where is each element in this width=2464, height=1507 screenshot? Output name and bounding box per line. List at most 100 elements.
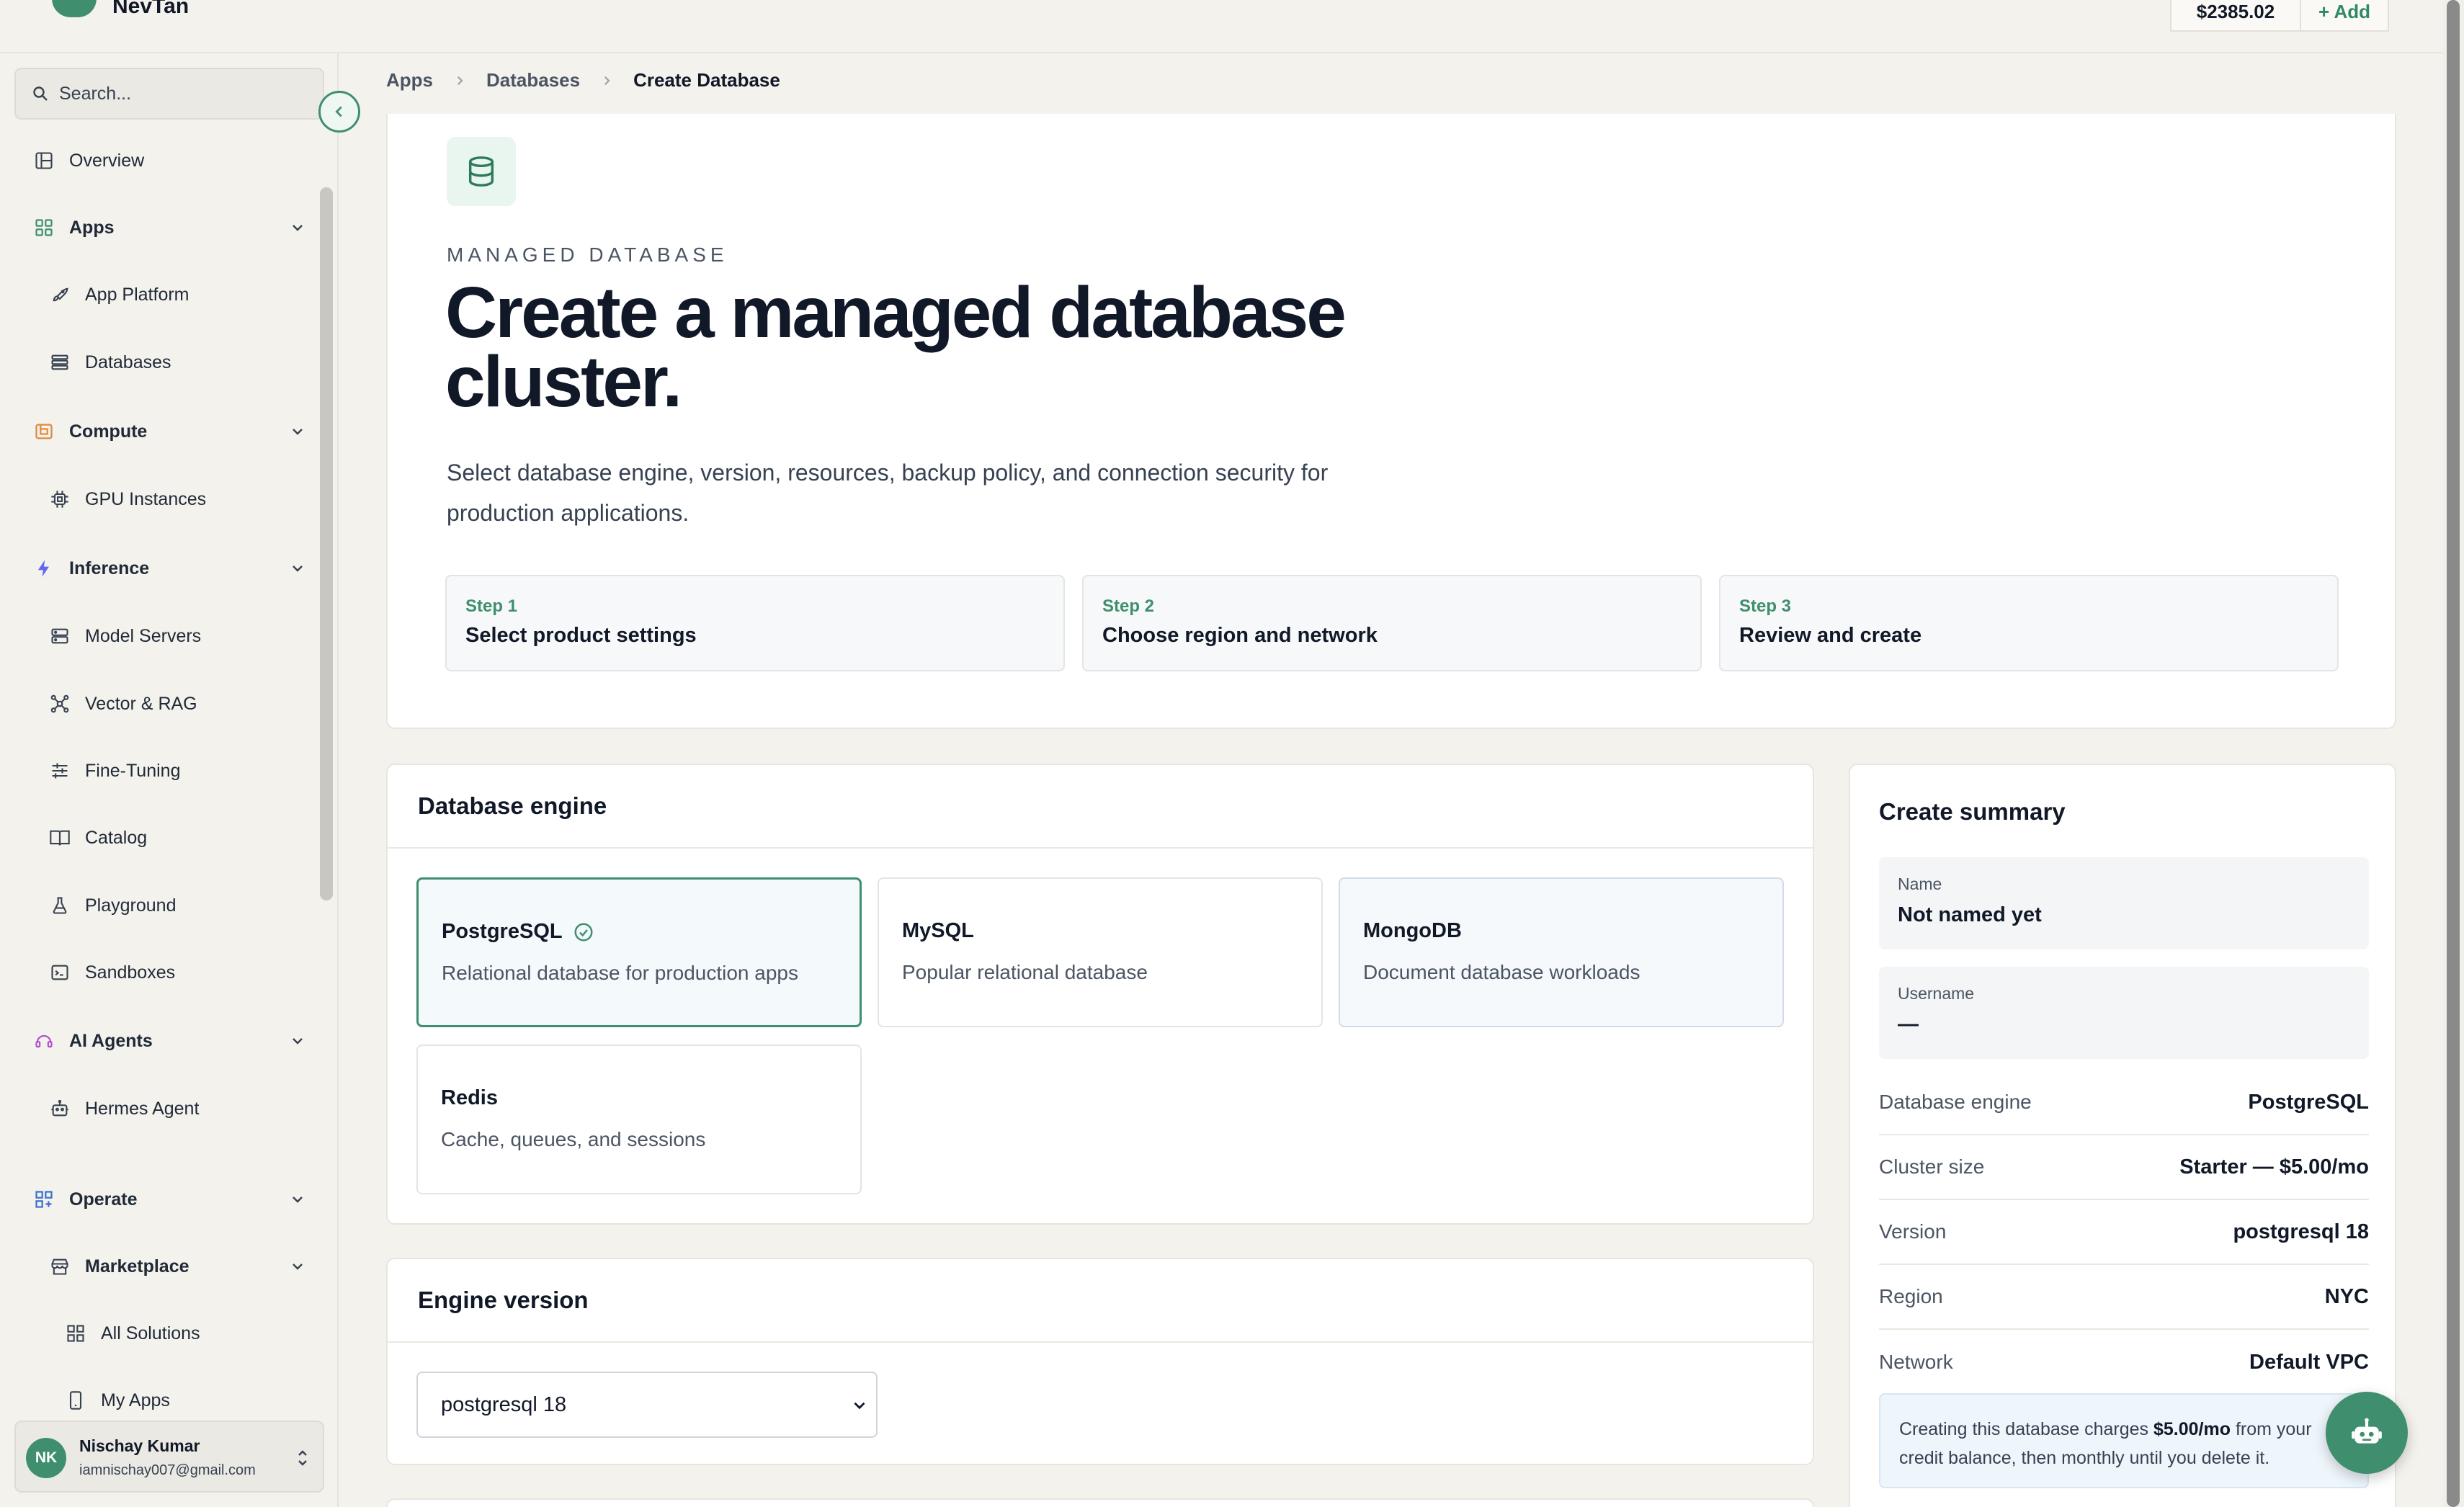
summary-value: Not named yet <box>1898 903 2042 926</box>
add-credit-button[interactable]: + Add <box>2301 0 2388 30</box>
search-input[interactable] <box>59 83 318 104</box>
sidebar-item-all-solutions[interactable]: All Solutions <box>65 1315 200 1351</box>
summary-key: Database engine <box>1879 1091 2032 1113</box>
summary-key: Region <box>1879 1285 1943 1307</box>
page-scrollbar-thumb[interactable] <box>2447 0 2460 1507</box>
breadcrumb-databases[interactable]: Databases <box>486 69 580 91</box>
notice-text: Creating this database charges <box>1899 1419 2153 1439</box>
sidebar-item-vector-rag[interactable]: Vector & RAG <box>49 686 197 722</box>
sidebar-group-apps[interactable]: Apps <box>33 210 303 246</box>
sidebar-item-overview[interactable]: Overview <box>33 143 144 179</box>
summary-row: Version postgresql 18 <box>1879 1200 2369 1265</box>
step-label: Step 1 <box>465 596 518 616</box>
sidebar-item-model-servers[interactable]: Model Servers <box>49 618 201 654</box>
version-select[interactable]: postgresql 18 <box>416 1372 878 1438</box>
step-label: Step 3 <box>1739 596 1792 616</box>
sidebar-scrollbar[interactable] <box>320 187 333 900</box>
chevron-down-icon <box>289 560 306 577</box>
sidebar-item-label: Compute <box>69 421 148 442</box>
sidebar-group-ai-agents[interactable]: AI Agents <box>33 1023 303 1059</box>
sidebar-item-gpu-instances[interactable]: GPU Instances <box>49 481 206 517</box>
sidebar-group-compute[interactable]: Compute <box>33 413 303 450</box>
step-2[interactable]: Step 2 Choose region and network <box>1082 575 1702 671</box>
sidebar-item-databases[interactable]: Databases <box>49 344 171 380</box>
summary-name: Name Not named yet <box>1879 857 2369 949</box>
breadcrumb: Apps Databases Create Database <box>386 69 780 91</box>
credit-balance: $2385.02 <box>2171 0 2301 30</box>
sidebar-item-sandboxes[interactable]: Sandboxes <box>49 954 175 990</box>
engine-name: PostgreSQL <box>442 920 594 944</box>
apps-grid-icon <box>33 217 55 238</box>
engine-option-postgresql[interactable]: PostgreSQL Relational database for produ… <box>416 877 862 1027</box>
sidebar-item-label: My Apps <box>101 1390 170 1410</box>
sidebar-item-label: Overview <box>69 150 145 171</box>
breadcrumb-current: Create Database <box>633 69 780 91</box>
flask-icon <box>49 895 71 916</box>
breadcrumb-apps[interactable]: Apps <box>386 69 433 91</box>
engine-name: MongoDB <box>1363 919 1462 942</box>
brand-logo[interactable] <box>52 0 97 17</box>
page-description: Select database engine, version, resourc… <box>447 460 1329 526</box>
summary-value: PostgreSQL <box>2248 1090 2369 1114</box>
engine-option-mysql[interactable]: MySQL Popular relational database <box>878 877 1323 1027</box>
step-3[interactable]: Step 3 Review and create <box>1719 575 2339 671</box>
summary-row: Network Default VPC <box>1879 1330 2369 1395</box>
assistant-button[interactable] <box>2326 1392 2408 1474</box>
sidebar-item-catalog[interactable]: Catalog <box>49 820 147 856</box>
sidebar-item-label: Hermes Agent <box>85 1098 200 1119</box>
summary-value: Starter — $5.00/mo <box>2179 1155 2369 1179</box>
sidebar-item-label: Playground <box>85 895 177 916</box>
balance-widget: $2385.02 + Add <box>2170 0 2389 32</box>
sidebar-item-label: All Solutions <box>101 1323 200 1343</box>
sidebar-item-label: Apps <box>69 217 115 238</box>
user-menu[interactable]: NK Nischay Kumar iamnischay007@gmail.com <box>14 1421 324 1493</box>
sidebar-item-hermes-agent[interactable]: Hermes Agent <box>49 1091 199 1127</box>
sidebar-item-label: Sandboxes <box>85 962 176 983</box>
summary-key: Cluster size <box>1879 1155 1985 1178</box>
chevron-down-icon <box>289 1258 306 1275</box>
sidebar-item-app-platform[interactable]: App Platform <box>49 277 189 313</box>
chevron-left-icon <box>331 104 347 120</box>
engine-description: Document database workloads <box>1363 961 1641 983</box>
sidebar-item-label: Inference <box>69 558 150 578</box>
engine-option-redis[interactable]: Redis Cache, queues, and sessions <box>416 1045 862 1194</box>
phone-icon <box>65 1390 86 1411</box>
sidebar-item-label: Vector & RAG <box>85 693 197 714</box>
sidebar-item-label: App Platform <box>85 284 189 305</box>
sidebar: Overview Apps App Platform Databases Com… <box>0 53 339 1507</box>
sidebar-group-operate[interactable]: Operate <box>33 1181 303 1217</box>
summary-row: Cluster size Starter — $5.00/mo <box>1879 1135 2369 1200</box>
chevron-down-icon <box>850 1396 869 1415</box>
sidebar-group-inference[interactable]: Inference <box>33 550 303 586</box>
network-icon <box>49 693 71 715</box>
user-email: iamnischay007@gmail.com <box>79 1462 256 1478</box>
chevrons-updown-icon[interactable] <box>294 1446 311 1470</box>
sidebar-item-label: Catalog <box>85 827 148 848</box>
summary-value: NYC <box>2324 1284 2369 1308</box>
summary-value: postgresql 18 <box>2233 1220 2369 1243</box>
user-name: Nischay Kumar <box>79 1436 200 1455</box>
sidebar-item-fine-tuning[interactable]: Fine-Tuning <box>49 753 180 789</box>
billing-notice: Creating this database charges $5.00/mo … <box>1879 1393 2369 1488</box>
create-summary: Create summary Name Not named yet Userna… <box>1849 764 2396 1507</box>
summary-row: Database engine PostgreSQL <box>1879 1070 2369 1135</box>
hero-card: MANAGED DATABASE Create a managed databa… <box>386 114 2396 729</box>
sidebar-item-playground[interactable]: Playground <box>49 887 176 924</box>
step-1[interactable]: Step 1 Select product settings <box>445 575 1065 671</box>
sidebar-search[interactable] <box>14 68 324 120</box>
grid-icon <box>65 1323 86 1344</box>
search-icon <box>32 85 49 102</box>
sidebar-collapse-button[interactable] <box>318 91 360 133</box>
summary-value: Default VPC <box>2249 1350 2369 1374</box>
hero-eyebrow: MANAGED DATABASE <box>447 243 728 266</box>
sidebar-item-my-apps[interactable]: My Apps <box>65 1382 170 1418</box>
avatar: NK <box>26 1438 66 1478</box>
engine-option-mongodb[interactable]: MongoDB Document database workloads <box>1339 877 1784 1027</box>
version-card: Engine version postgresql 18 <box>386 1258 1814 1465</box>
sidebar-group-marketplace[interactable]: Marketplace <box>49 1248 303 1284</box>
chevron-down-icon <box>289 1191 306 1208</box>
step-title: Choose region and network <box>1102 624 1378 647</box>
brand-name[interactable]: NevTan <box>112 0 189 19</box>
summary-key: Username <box>1898 984 1975 1003</box>
terminal-icon <box>49 962 71 983</box>
